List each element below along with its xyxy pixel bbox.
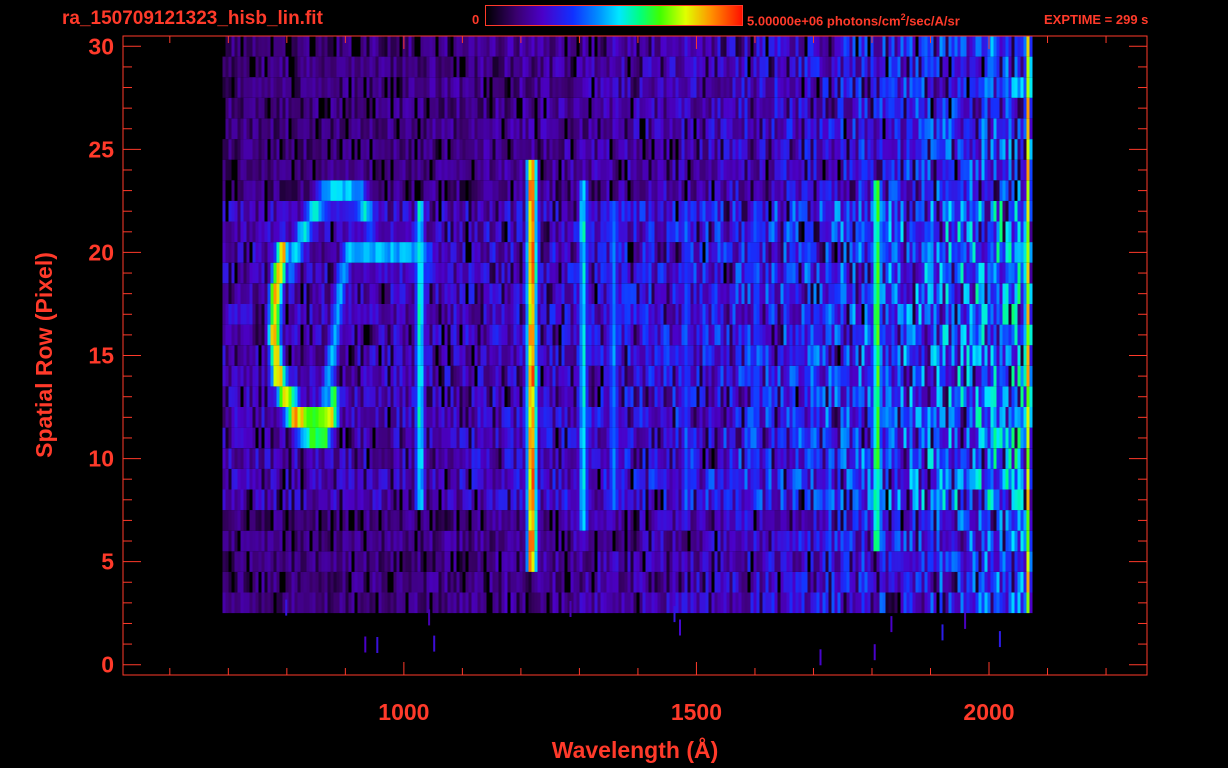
colorbar-max-label: 5.00000e+06 photons/cm2/sec/A/sr <box>747 12 960 28</box>
x-axis-label: Wavelength (Å) <box>552 736 719 763</box>
y-tick-label: 10 <box>88 446 114 472</box>
heatmap-image <box>222 36 1033 666</box>
x-tick-label: 1000 <box>378 699 429 725</box>
colorbar-max-value: 5.00000e+06 photons/cm <box>747 13 901 29</box>
colorbar-max-units: /sec/A/sr <box>905 13 960 29</box>
file-title: ra_150709121323_hisb_lin.fit <box>62 8 323 29</box>
x-tick-label: 2000 <box>963 699 1014 725</box>
y-tick-label: 15 <box>88 343 114 369</box>
y-tick-label: 25 <box>88 136 114 162</box>
y-tick-label: 20 <box>88 239 114 265</box>
x-tick-label: 1500 <box>671 699 722 725</box>
y-tick-label: 0 <box>101 652 114 678</box>
colorbar-min-label: 0 <box>472 12 480 27</box>
spectrum-plot: 1000 1500 2000051015202530 Wavelength (Å) … <box>0 0 1228 768</box>
y-tick-label: 5 <box>101 549 114 575</box>
exptime-label: EXPTIME = 299 s <box>1044 12 1149 27</box>
y-axis-label: Spatial Row (Pixel) <box>31 252 57 458</box>
colorbar <box>485 5 743 26</box>
y-tick-label: 30 <box>88 33 114 59</box>
